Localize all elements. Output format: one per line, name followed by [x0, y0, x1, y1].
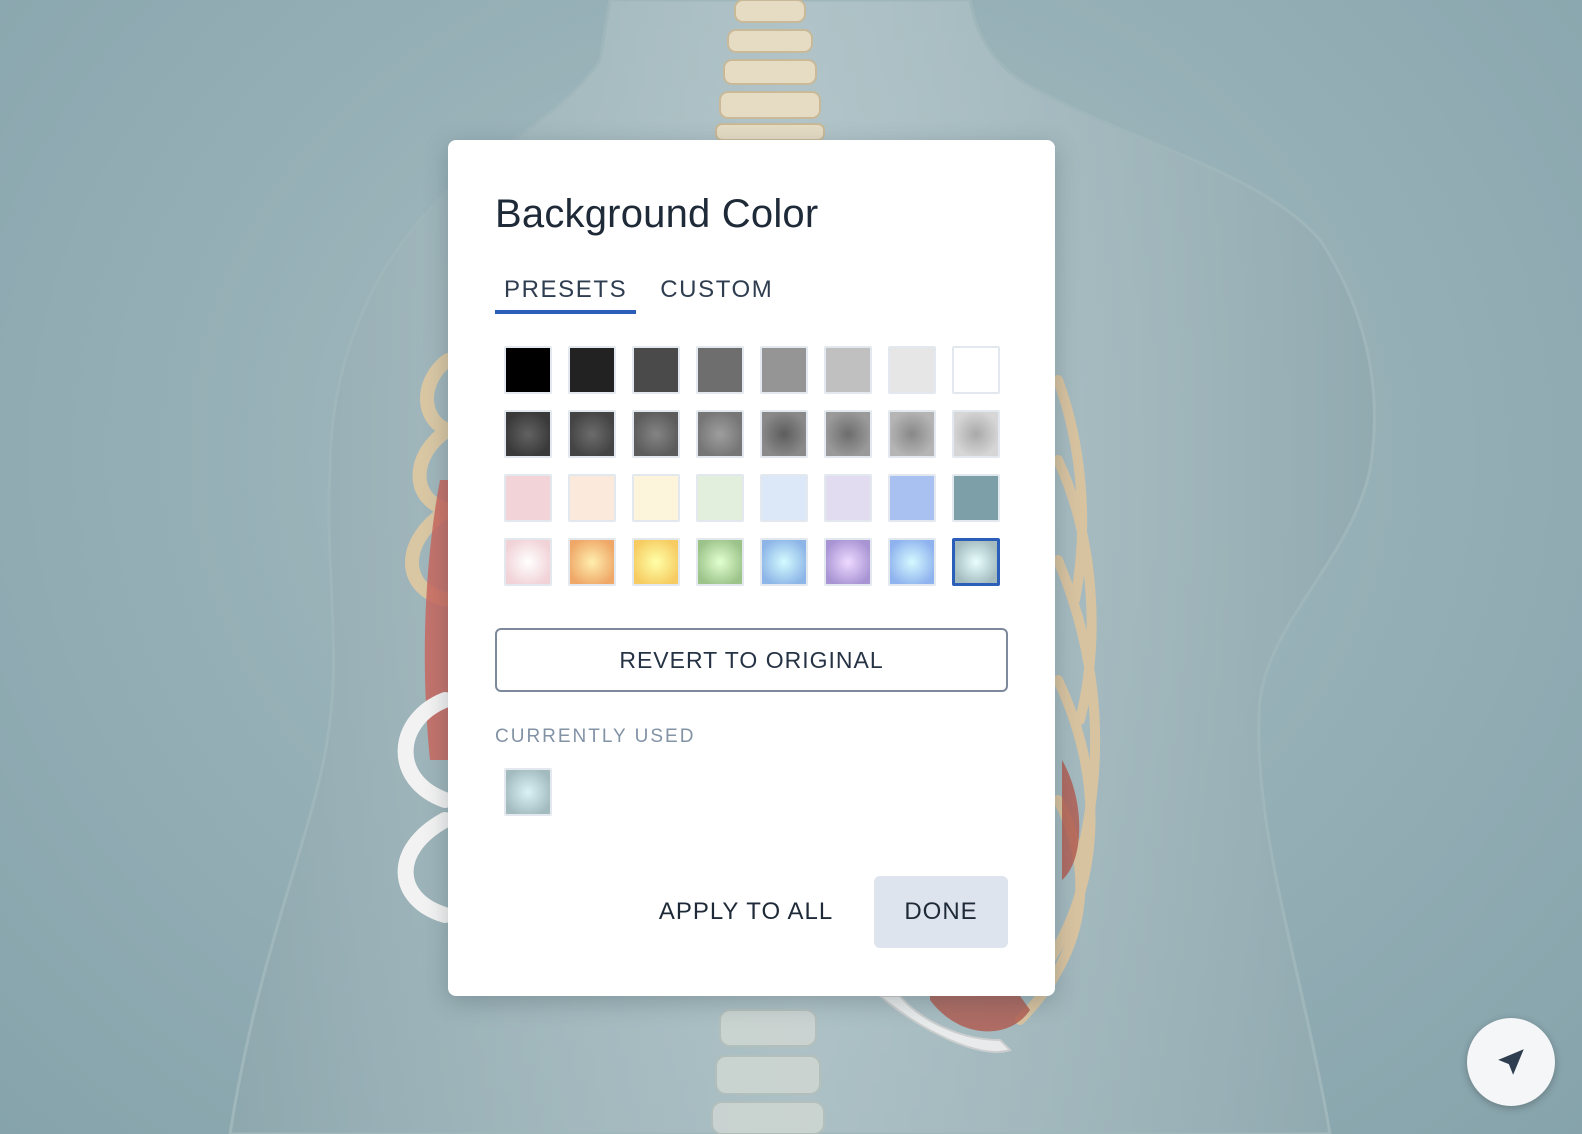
- color-swatch[interactable]: [952, 346, 1000, 394]
- color-swatch[interactable]: [760, 474, 808, 522]
- color-swatch[interactable]: [824, 410, 872, 458]
- color-swatch[interactable]: [504, 538, 552, 586]
- preset-swatch-grid: [504, 346, 1000, 586]
- color-swatch[interactable]: [632, 538, 680, 586]
- color-swatch[interactable]: [504, 410, 552, 458]
- color-swatch[interactable]: [568, 346, 616, 394]
- navigation-button[interactable]: [1467, 1018, 1555, 1106]
- color-swatch[interactable]: [696, 410, 744, 458]
- color-swatch[interactable]: [888, 474, 936, 522]
- color-swatch[interactable]: [760, 346, 808, 394]
- color-swatch[interactable]: [696, 474, 744, 522]
- color-swatch[interactable]: [952, 474, 1000, 522]
- color-swatch[interactable]: [504, 474, 552, 522]
- color-swatch[interactable]: [632, 346, 680, 394]
- tab-bar: PRESETS CUSTOM: [495, 268, 797, 314]
- color-swatch[interactable]: [888, 410, 936, 458]
- done-button[interactable]: DONE: [874, 876, 1008, 948]
- color-swatch[interactable]: [696, 538, 744, 586]
- color-swatch[interactable]: [568, 410, 616, 458]
- currently-used-label: CURRENTLY USED: [495, 726, 696, 747]
- background-color-dialog: Background Color PRESETS CUSTOM REVERT T…: [448, 140, 1055, 996]
- color-swatch[interactable]: [632, 474, 680, 522]
- color-swatch[interactable]: [568, 538, 616, 586]
- color-swatch[interactable]: [504, 346, 552, 394]
- navigation-arrow-icon: [1498, 1049, 1524, 1075]
- color-swatch[interactable]: [824, 474, 872, 522]
- color-swatch[interactable]: [888, 346, 936, 394]
- apply-to-all-button[interactable]: APPLY TO ALL: [648, 876, 844, 948]
- color-swatch[interactable]: [952, 538, 1000, 586]
- tab-presets[interactable]: PRESETS: [495, 268, 637, 314]
- dialog-title: Background Color: [495, 192, 819, 236]
- color-swatch[interactable]: [632, 410, 680, 458]
- color-swatch[interactable]: [952, 410, 1000, 458]
- tab-custom[interactable]: CUSTOM: [651, 268, 782, 314]
- currently-used-swatch[interactable]: [504, 768, 552, 816]
- color-swatch[interactable]: [824, 538, 872, 586]
- color-swatch[interactable]: [888, 538, 936, 586]
- color-swatch[interactable]: [824, 346, 872, 394]
- color-swatch[interactable]: [760, 538, 808, 586]
- color-swatch[interactable]: [760, 410, 808, 458]
- color-swatch[interactable]: [696, 346, 744, 394]
- revert-to-original-button[interactable]: REVERT TO ORIGINAL: [495, 628, 1008, 692]
- color-swatch[interactable]: [568, 474, 616, 522]
